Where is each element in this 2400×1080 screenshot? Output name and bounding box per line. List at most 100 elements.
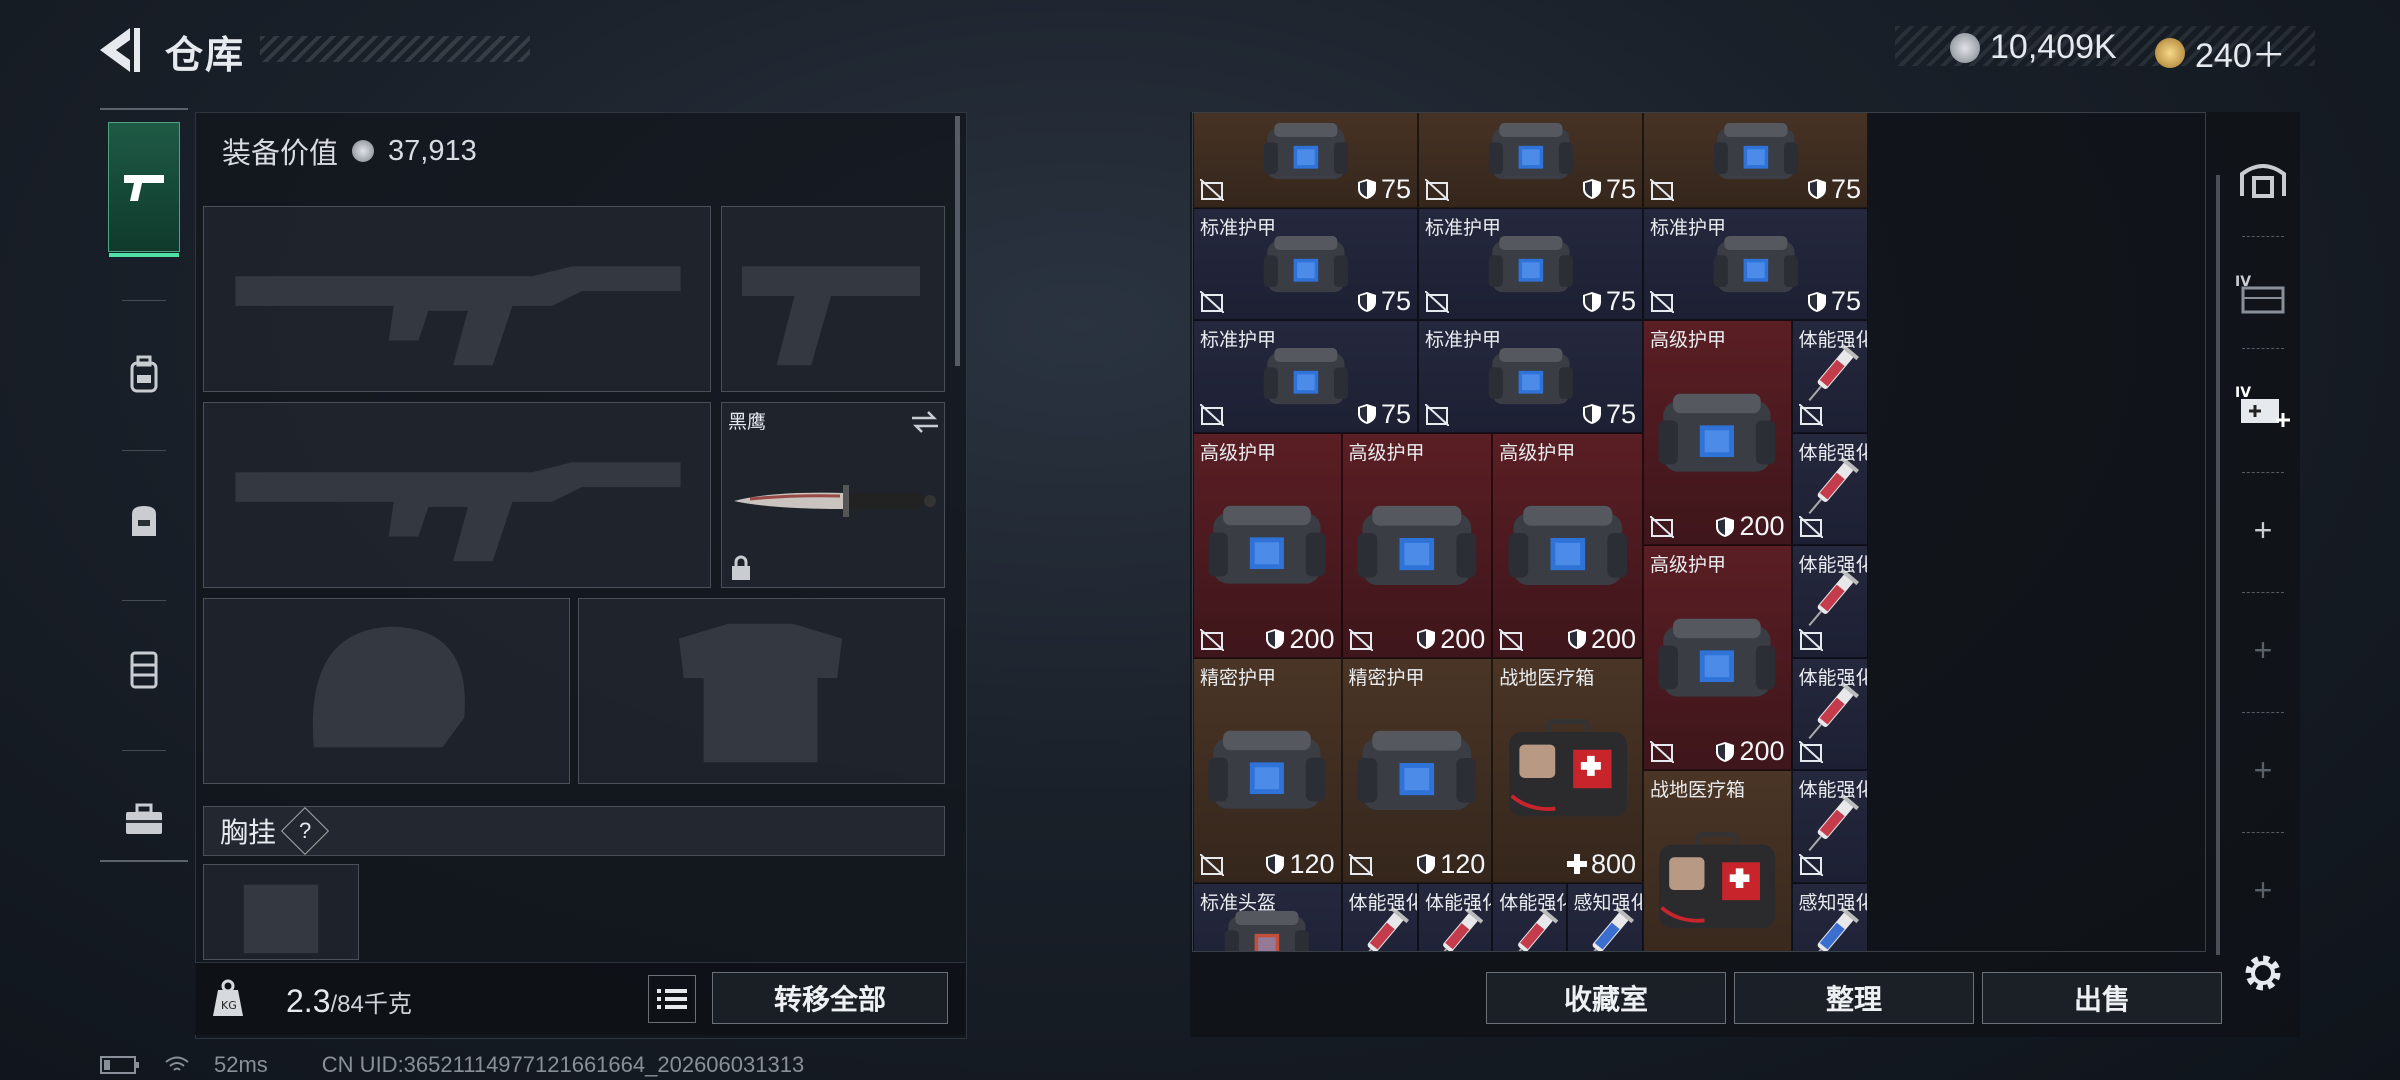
tab-storage-iv[interactable]: IV	[2228, 244, 2298, 344]
tab-bag[interactable]	[108, 455, 180, 585]
inventory-item[interactable]: 精密护甲 120	[1341, 657, 1493, 883]
inventory-item[interactable]: 体能强化剂	[1341, 882, 1418, 951]
add-tab-4[interactable]: +	[2228, 840, 2298, 940]
plus-icon: +	[2253, 631, 2273, 668]
item-name: 体能强化剂	[1798, 780, 1868, 801]
inventory-item[interactable]: 标准护甲 75	[1643, 207, 1868, 320]
item-value: 75	[1357, 399, 1411, 430]
title-decoration	[260, 36, 530, 62]
inventory-item[interactable]: 标准护甲 75	[1418, 320, 1643, 433]
armor-slot[interactable]	[578, 598, 945, 784]
inventory-item[interactable]: 标准护甲 75	[1193, 207, 1418, 320]
add-tab-2[interactable]: +	[2228, 600, 2298, 700]
inventory-item[interactable]: 标准护甲 75	[1418, 207, 1643, 320]
inventory-item[interactable]: 战地医疗箱800	[1492, 657, 1643, 883]
primary-weapon-slot[interactable]	[203, 206, 711, 392]
inventory-item[interactable]: 精密护甲 120	[1193, 657, 1342, 883]
inventory-item[interactable]: 75	[1193, 113, 1418, 208]
helmet-slot[interactable]	[203, 598, 570, 784]
item-name: 高级护甲	[1650, 555, 1727, 576]
rifle-silhouette-icon	[235, 266, 681, 366]
storage-add-icon: IV	[2235, 385, 2290, 427]
inventory-item[interactable]: 体能强化剂	[1791, 545, 1868, 658]
primary-weapon-slot-2[interactable]	[203, 402, 711, 588]
item-name: 标准头盔	[1200, 892, 1277, 914]
transfer-all-button[interactable]: 转移全部	[712, 972, 948, 1024]
item-value: 75	[1582, 399, 1636, 430]
silver-currency: 10,409K	[1950, 28, 2117, 67]
left-scrollbar[interactable]	[955, 116, 960, 366]
secondary-weapon-slot[interactable]	[721, 206, 945, 392]
inventory-item[interactable]: 标准头盔50	[1193, 882, 1342, 951]
wifi-icon	[165, 1056, 189, 1071]
inventory-item[interactable]: 感知强化剂	[1791, 882, 1868, 951]
inventory-item[interactable]: 体能强化剂	[1791, 770, 1868, 883]
item-name: 标准护甲	[1650, 217, 1727, 239]
gold-currency[interactable]: 240＋	[2155, 28, 2286, 77]
svg-text:KG: KG	[221, 999, 237, 1012]
add-tab-3[interactable]: +	[2228, 720, 2298, 820]
chest-rig-slot[interactable]	[203, 864, 359, 960]
item-name: 标准护甲	[1200, 330, 1277, 351]
equipment-value-amount: 37,913	[388, 134, 477, 167]
inventory-item[interactable]: 体能强化剂	[1492, 882, 1567, 951]
sell-button[interactable]: 出售	[1982, 972, 2222, 1024]
swap-icon[interactable]	[910, 409, 940, 435]
add-tab-1[interactable]: +	[2228, 480, 2298, 580]
tab-weapons[interactable]	[108, 122, 180, 257]
no-durability-icon	[1649, 740, 1675, 764]
collection-room-button[interactable]: 收藏室	[1486, 972, 1726, 1024]
item-value: 75	[1357, 286, 1411, 317]
help-icon[interactable]: ?	[280, 806, 330, 856]
item-value: 75	[1807, 174, 1861, 205]
weight-icon: KG	[213, 979, 243, 1016]
inventory-item[interactable]: 体能强化剂	[1791, 657, 1868, 770]
tab-safe[interactable]	[2228, 128, 2298, 228]
item-value: 75	[1582, 174, 1636, 205]
inventory-item[interactable]: 高级护甲 200	[1492, 432, 1643, 658]
item-value: 75	[1357, 174, 1411, 205]
list-view-button[interactable]	[648, 975, 696, 1023]
item-name: 战地医疗箱	[1499, 667, 1595, 689]
no-durability-icon	[1199, 627, 1225, 652]
plus-icon: +	[2253, 871, 2273, 908]
item-value: 75	[1582, 286, 1636, 317]
organize-button[interactable]: 整理	[1734, 972, 1974, 1024]
no-durability-icon	[1199, 402, 1225, 427]
inventory-item[interactable]: 感知强化剂	[1566, 882, 1643, 951]
silver-coin-icon	[1950, 32, 1980, 63]
tab-backpack[interactable]	[108, 310, 180, 440]
inventory-item[interactable]: 体能强化剂	[1791, 432, 1868, 545]
item-name: 高级护甲	[1348, 442, 1425, 464]
no-durability-icon	[1199, 177, 1225, 202]
tab-expand-iv[interactable]: IV	[2228, 356, 2298, 456]
no-durability-icon	[1347, 852, 1374, 877]
inventory-item[interactable]: 高级护甲 200	[1193, 432, 1342, 658]
tab-chest-rig[interactable]	[108, 605, 180, 735]
inventory-item[interactable]: 高级护甲 200	[1643, 545, 1792, 770]
item-value: 120	[1265, 849, 1335, 880]
inventory-item[interactable]: 体能强化剂	[1791, 320, 1868, 433]
melee-slot[interactable]: 黑鹰	[721, 402, 945, 588]
item-name: 体能强化剂	[1798, 667, 1868, 689]
inventory-item[interactable]: 75	[1418, 113, 1643, 208]
item-name: 体能强化剂	[1425, 892, 1491, 914]
gold-coin-icon	[2155, 37, 2185, 68]
no-durability-icon	[1649, 515, 1675, 539]
back-arrow-icon[interactable]	[92, 22, 142, 78]
settings-gear-icon[interactable]	[2238, 948, 2288, 998]
inventory-item[interactable]: 战地医疗箱800	[1643, 770, 1792, 951]
inventory-item[interactable]: 75	[1643, 113, 1868, 208]
tab-toolbox[interactable]	[108, 755, 180, 885]
inventory-item[interactable]: 体能强化剂	[1418, 882, 1493, 951]
no-durability-icon	[1797, 627, 1824, 652]
plus-icon: +	[2253, 511, 2273, 548]
inventory-item[interactable]: 标准护甲 75	[1193, 320, 1418, 433]
item-name: 高级护甲	[1650, 330, 1727, 351]
toolbox-icon	[126, 803, 162, 834]
storage-scrollbar[interactable]	[2216, 175, 2220, 955]
inventory-item[interactable]: 高级护甲 200	[1643, 320, 1792, 545]
item-name: 标准护甲	[1425, 217, 1502, 239]
armor-silhouette-icon	[678, 623, 843, 763]
inventory-item[interactable]: 高级护甲 200	[1341, 432, 1493, 658]
